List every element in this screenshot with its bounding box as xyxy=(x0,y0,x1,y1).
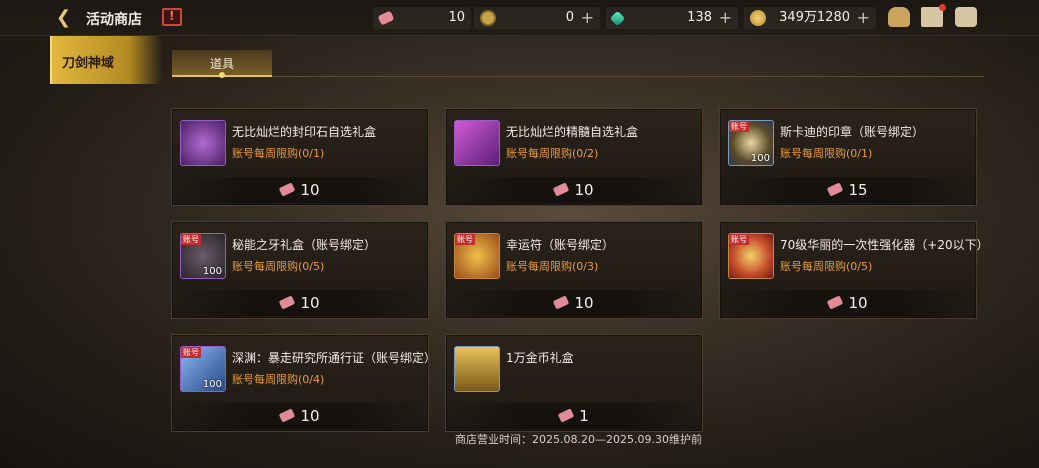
ticket-icon xyxy=(279,408,296,423)
item-name: 无比灿烂的封印石自选礼盒 xyxy=(232,125,377,139)
currency-value: 349万1280 xyxy=(779,10,850,25)
gold-icon xyxy=(750,10,766,26)
currency-gem: 138 + xyxy=(606,7,738,29)
gold-chest-icon xyxy=(454,346,500,392)
shop-hours: 商店营业时间：2025.08.20—2025.09.30维护前 xyxy=(455,433,702,446)
item-name: 幸运符（账号绑定） xyxy=(506,238,615,252)
mail-icon[interactable] xyxy=(921,4,946,27)
item-price: 10 xyxy=(172,407,428,425)
item-name: 1万金币礼盒 xyxy=(506,351,574,365)
add-gold-button[interactable]: + xyxy=(857,7,870,29)
currency-ticket: 10 xyxy=(373,7,471,29)
account-badge: 账号 xyxy=(455,234,475,245)
purchase-limit: 账号每周限购(0/3) xyxy=(506,260,599,273)
ticket-icon xyxy=(279,295,296,310)
ticket-icon xyxy=(377,10,395,26)
purchase-limit: 账号每周限购(0/5) xyxy=(232,260,325,273)
ticket-icon xyxy=(553,182,570,197)
item-name: 秘能之牙礼盒（账号绑定） xyxy=(232,238,377,252)
tab-divider xyxy=(272,76,984,77)
ticket-icon xyxy=(553,295,570,310)
shop-item-card[interactable]: 无比灿烂的精髓自选礼盒 账号每周限购(0/2) 10 xyxy=(445,108,703,206)
sidebar-tab-sword-domain[interactable]: 刀剑神域 xyxy=(50,36,162,84)
currency-gold: 349万1280 + xyxy=(744,7,876,29)
item-price: 10 xyxy=(446,181,702,199)
purchase-limit: 账号每周限购(0/5) xyxy=(780,260,873,273)
active-indicator-icon xyxy=(219,72,225,78)
essence-box-icon xyxy=(454,120,500,166)
item-quantity: 100 xyxy=(750,153,770,164)
ticket-icon xyxy=(557,408,575,423)
ticket-icon xyxy=(827,182,844,197)
sidebar-tab-label: 刀剑神域 xyxy=(62,56,115,71)
item-name: 70级华丽的一次性强化器（+20以下） xyxy=(780,238,989,252)
purchase-limit: 账号每周限购(0/4) xyxy=(232,373,325,386)
chat-icon[interactable] xyxy=(955,7,977,27)
shop-item-card[interactable]: 账号 100 深渊：暴走研究所通行证（账号绑定） 账号每周限购(0/4) 10 xyxy=(171,334,436,432)
purchase-limit: 账号每周限购(0/1) xyxy=(780,147,873,160)
add-coin-button[interactable]: + xyxy=(581,7,594,29)
shop-item-card[interactable]: 账号 幸运符（账号绑定） 账号每周限购(0/3) 10 xyxy=(445,221,703,319)
item-name: 无比灿烂的精髓自选礼盒 xyxy=(506,125,639,139)
ticket-icon xyxy=(279,182,296,197)
pass-ticket-icon: 账号 100 xyxy=(180,346,226,392)
shop-item-card[interactable]: 账号 100 斯卡迪的印章（账号绑定） 账号每周限购(0/1) 15 xyxy=(719,108,977,206)
tab-label: 道具 xyxy=(210,57,235,71)
lucky-charm-icon: 账号 xyxy=(454,233,500,279)
stamp-icon: 账号 100 xyxy=(728,120,774,166)
item-price: 10 xyxy=(172,294,428,312)
item-price: 15 xyxy=(720,181,976,199)
ticket-icon xyxy=(827,295,844,310)
currency-value: 0 xyxy=(565,10,574,25)
item-price: 1 xyxy=(446,407,702,425)
shop-item-card[interactable]: 1万金币礼盒 1 xyxy=(445,334,703,432)
item-price: 10 xyxy=(172,181,428,199)
calendar-alert-icon[interactable] xyxy=(162,8,182,26)
account-badge: 账号 xyxy=(181,234,201,245)
gem-icon xyxy=(609,10,626,27)
shop-item-card[interactable]: 账号 70级华丽的一次性强化器（+20以下） 账号每周限购(0/5) 10 xyxy=(719,221,989,319)
item-quantity: 100 xyxy=(202,379,222,390)
account-badge: 账号 xyxy=(729,121,749,132)
seal-stone-icon xyxy=(180,120,226,166)
purchase-limit: 账号每周限购(0/2) xyxy=(506,147,599,160)
item-quantity: 100 xyxy=(202,266,222,277)
item-price: 10 xyxy=(720,294,976,312)
back-arrow-icon[interactable]: ❮ xyxy=(56,8,78,28)
item-name: 深渊：暴走研究所通行证（账号绑定） xyxy=(232,351,437,365)
currency-value: 138 xyxy=(687,10,712,25)
fang-icon: 账号 100 xyxy=(180,233,226,279)
top-bar: ❮ 活动商店 10 0 + 138 + 349万1280 + xyxy=(0,0,1039,36)
account-badge: 账号 xyxy=(729,234,749,245)
item-name: 斯卡迪的印章（账号绑定） xyxy=(780,125,925,139)
add-gem-button[interactable]: + xyxy=(719,7,732,29)
coin-icon xyxy=(480,10,496,26)
bag-icon[interactable] xyxy=(888,7,910,27)
currency-coin: 0 + xyxy=(474,7,600,29)
tab-items[interactable]: 道具 xyxy=(172,50,272,78)
item-price: 10 xyxy=(446,294,702,312)
purchase-limit: 账号每周限购(0/1) xyxy=(232,147,325,160)
shop-item-card[interactable]: 无比灿烂的封印石自选礼盒 账号每周限购(0/1) 10 xyxy=(171,108,429,206)
account-badge: 账号 xyxy=(181,347,201,358)
page-title: 活动商店 xyxy=(86,12,142,28)
enhancer-icon: 账号 xyxy=(728,233,774,279)
currency-value: 10 xyxy=(448,10,465,25)
shop-item-card[interactable]: 账号 100 秘能之牙礼盒（账号绑定） 账号每周限购(0/5) 10 xyxy=(171,221,429,319)
